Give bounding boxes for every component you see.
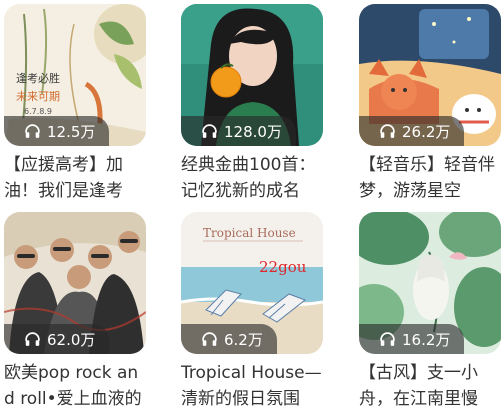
- play-count: 16.2万: [402, 330, 451, 349]
- playlist-card[interactable]: 逢考必胜 未来可期 6.7.8.9 12.5万 【应援高考】加油！我们是逢考: [4, 4, 146, 204]
- play-count-badge: 16.2万: [359, 324, 465, 354]
- headphones-icon: [380, 123, 395, 138]
- headphones-icon: [202, 331, 217, 346]
- play-count-badge: 6.2万: [181, 324, 277, 354]
- playlist-cover[interactable]: 逢考必胜 未来可期 6.7.8.9 12.5万: [4, 4, 146, 146]
- playlist-cover[interactable]: 26.2万: [359, 4, 501, 146]
- headphones-icon: [380, 331, 395, 346]
- play-count: 12.5万: [47, 122, 96, 141]
- playlist-card[interactable]: 16.2万 【古风】支一小舟，在江南里慢: [359, 212, 501, 412]
- playlist-cover[interactable]: 62.0万: [4, 212, 146, 354]
- cover-text-line2: 未来可期: [16, 90, 60, 103]
- playlist-cover[interactable]: 128.0万: [181, 4, 323, 146]
- play-count-badge: 62.0万: [4, 324, 110, 354]
- headphones-icon: [25, 123, 40, 138]
- playlist-card[interactable]: 128.0万 经典金曲100首：记忆犹新的成名: [181, 4, 323, 204]
- play-count-badge: 128.0万: [181, 116, 296, 146]
- playlist-cover[interactable]: Tropical House 22gou 6.2万: [181, 212, 323, 354]
- cover-text-line1: 逢考必胜: [16, 71, 60, 85]
- play-count-badge: 26.2万: [359, 116, 465, 146]
- cover-text-line2: 22gou: [259, 258, 307, 276]
- play-count: 6.2万: [224, 330, 263, 349]
- play-count: 62.0万: [47, 330, 96, 349]
- playlist-title[interactable]: 【古风】支一小舟，在江南里慢: [359, 360, 501, 412]
- cover-text-line3: 6.7.8.9: [24, 107, 52, 116]
- playlist-title[interactable]: 【轻音乐】轻音伴梦，游荡星空: [359, 152, 501, 204]
- playlist-title[interactable]: 【应援高考】加油！我们是逢考: [4, 152, 146, 204]
- cover-text-line1: Tropical House: [203, 226, 296, 240]
- playlist-title[interactable]: 欧美pop rock and roll•爱上血液的: [4, 360, 146, 412]
- playlist-title[interactable]: Tropical House—清新的假日氛围: [181, 360, 323, 412]
- playlist-title[interactable]: 经典金曲100首：记忆犹新的成名: [181, 152, 323, 204]
- playlist-grid: 逢考必胜 未来可期 6.7.8.9 12.5万 【应援高考】加油！我们是逢考 1…: [0, 0, 501, 416]
- playlist-card[interactable]: 26.2万 【轻音乐】轻音伴梦，游荡星空: [359, 4, 501, 204]
- play-count: 128.0万: [224, 122, 282, 141]
- playlist-card[interactable]: 62.0万 欧美pop rock and roll•爱上血液的: [4, 212, 146, 412]
- playlist-card[interactable]: Tropical House 22gou 6.2万 Tropical House…: [181, 212, 323, 412]
- play-count: 26.2万: [402, 122, 451, 141]
- playlist-cover[interactable]: 16.2万: [359, 212, 501, 354]
- play-count-badge: 12.5万: [4, 116, 110, 146]
- headphones-icon: [25, 331, 40, 346]
- headphones-icon: [202, 123, 217, 138]
